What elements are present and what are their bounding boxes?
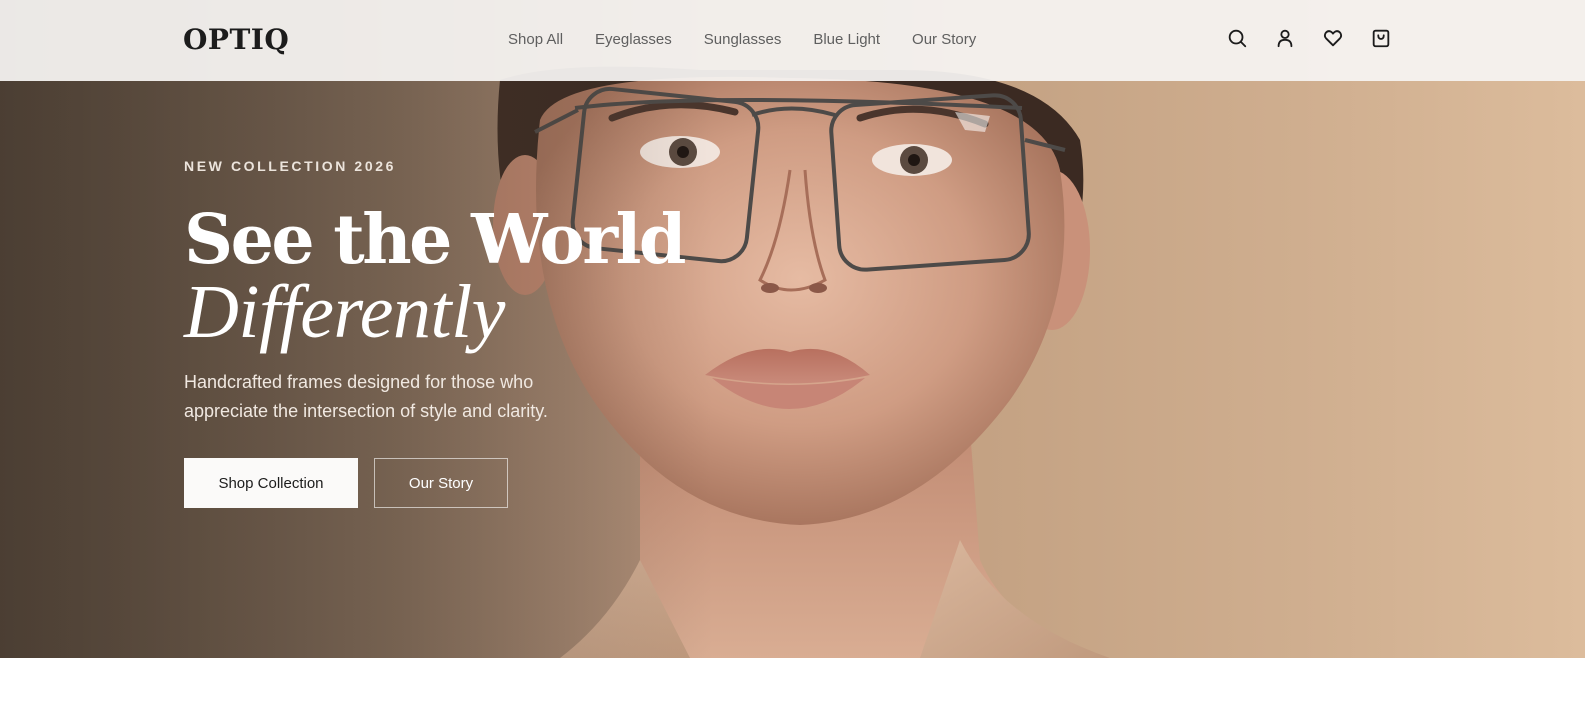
shop-collection-button[interactable]: Shop Collection xyxy=(184,458,358,508)
site-header: OPTIQ Shop All Eyeglasses Sunglasses Blu… xyxy=(0,0,1585,81)
hero-subtitle: Handcrafted frames designed for those wh… xyxy=(184,372,548,421)
shopping-bag-icon[interactable] xyxy=(1370,27,1392,49)
nav-item-shop-all[interactable]: Shop All xyxy=(508,28,563,52)
hero-headline-line1: See the World xyxy=(184,200,686,280)
heart-icon[interactable] xyxy=(1322,27,1344,49)
hero-content: NEW COLLECTION 2026 See the World Differ… xyxy=(184,156,824,508)
nav-item-our-story[interactable]: Our Story xyxy=(912,28,976,52)
our-story-button[interactable]: Our Story xyxy=(374,458,508,508)
nav-item-eyeglasses[interactable]: Eyeglasses xyxy=(595,28,672,52)
search-icon[interactable] xyxy=(1226,27,1248,49)
brand-logo[interactable]: OPTIQ xyxy=(183,22,289,58)
nav-item-blue-light[interactable]: Blue Light xyxy=(813,28,880,52)
account-icon[interactable] xyxy=(1274,27,1296,49)
page: NEW COLLECTION 2026 See the World Differ… xyxy=(0,0,1585,703)
nav-item-sunglasses[interactable]: Sunglasses xyxy=(704,28,782,52)
hero-cta-row: Shop Collection Our Story xyxy=(184,458,824,508)
hero-headline: See the World Differently xyxy=(184,200,824,354)
hero-eyebrow: NEW COLLECTION 2026 xyxy=(184,158,396,174)
main-nav: Shop All Eyeglasses Sunglasses Blue Ligh… xyxy=(508,28,976,52)
hero-headline-line2: Differently xyxy=(184,270,505,354)
header-actions xyxy=(1226,27,1392,49)
hero-section: NEW COLLECTION 2026 See the World Differ… xyxy=(0,0,1585,658)
